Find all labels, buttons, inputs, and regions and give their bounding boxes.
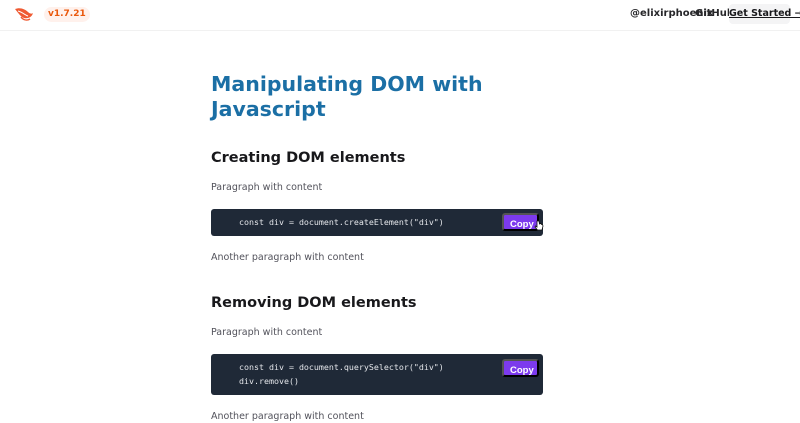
pointer-cursor-icon [534, 220, 544, 231]
paragraph-intro-removing: Paragraph with content [211, 327, 323, 338]
code-block-create: const div = document.createElement("div"… [211, 209, 543, 236]
section-heading-removing: Removing DOM elements [211, 295, 417, 311]
code-line: const div = document.querySelector("div"… [239, 362, 444, 372]
code-block-remove: const div = document.querySelector("div"… [211, 354, 543, 395]
page-title: Manipulating DOM with Javascript [211, 72, 483, 121]
copy-button[interactable]: Copy [502, 359, 539, 377]
code-line: div.remove() [239, 376, 299, 386]
top-navigation-bar: v1.7.21 @elixirphoenix GitHub Get Starte… [0, 0, 800, 31]
phoenix-logo-icon[interactable] [14, 6, 34, 22]
paragraph-intro-creating: Paragraph with content [211, 182, 323, 193]
section-heading-creating: Creating DOM elements [211, 150, 406, 166]
paragraph-outro-creating: Another paragraph with content [211, 252, 364, 263]
get-started-button[interactable]: Get Started → [729, 4, 800, 24]
code-line: const div = document.createElement("div"… [239, 217, 444, 227]
version-badge: v1.7.21 [44, 7, 90, 22]
paragraph-outro-removing: Another paragraph with content [211, 411, 364, 422]
